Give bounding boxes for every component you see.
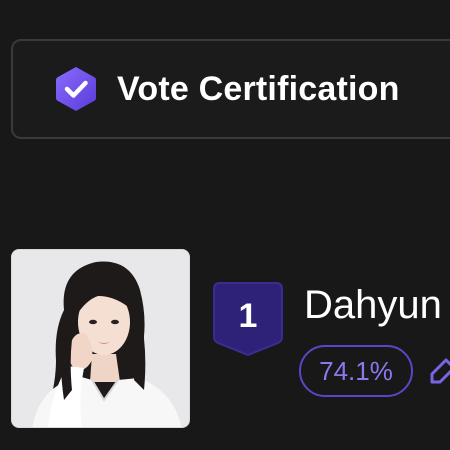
vote-certification-button[interactable]: Vote Certification — [11, 39, 450, 139]
vote-percent-badge: 74.1% — [299, 345, 413, 397]
artist-name: Dahyun — [304, 283, 442, 327]
vote-screen: Vote Certification 1 Dahyun 74.1% — [0, 0, 450, 450]
vote-certification-label: Vote Certification — [117, 69, 400, 108]
rank-number: 1 — [238, 297, 258, 335]
artist-photo[interactable] — [11, 249, 190, 428]
hexagon-check-icon — [51, 64, 101, 114]
rank-badge: 1 — [212, 281, 284, 357]
pencil-icon[interactable] — [428, 352, 450, 388]
vote-percent-value: 74.1% — [319, 355, 393, 386]
